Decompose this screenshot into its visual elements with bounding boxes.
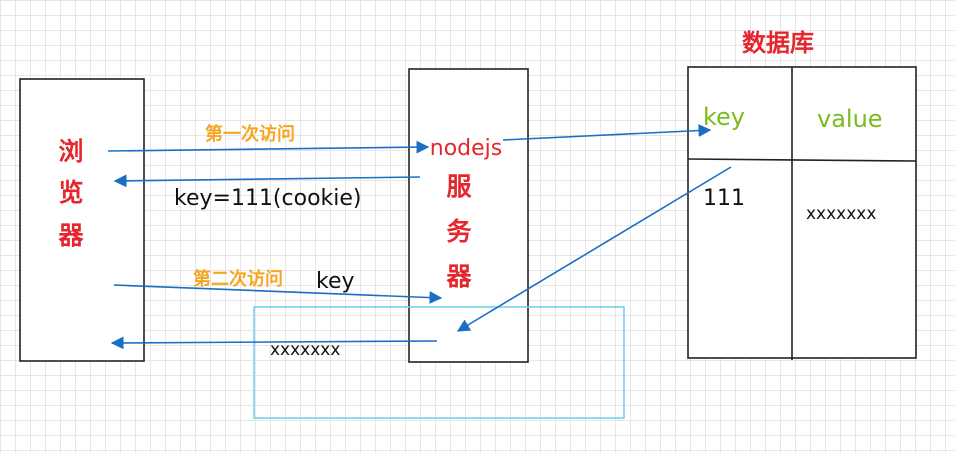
server-label-2: 务 xyxy=(446,217,471,246)
server-box xyxy=(408,68,529,363)
label-response-cookie: key=111(cookie) xyxy=(174,186,362,211)
browser-label-3: 器 xyxy=(57,221,84,250)
label-second-visit: 第二次访问 xyxy=(193,268,283,290)
browser-label-2: 览 xyxy=(58,178,83,207)
server-name: nodejs xyxy=(430,136,502,161)
browser-box xyxy=(19,78,145,362)
server-label-3: 器 xyxy=(445,262,472,291)
arrow-first-visit xyxy=(107,140,430,154)
database-row-key: 111 xyxy=(703,186,745,211)
database-title: 数据库 xyxy=(742,29,814,57)
diagram-canvas: 浏 览 器 nodejs 服 务 器 数据库 key value 111 xxx… xyxy=(19,29,917,419)
label-second-visit-key: key xyxy=(316,269,355,294)
arrow-server-to-db xyxy=(502,124,712,141)
database-header-value: value xyxy=(817,105,883,133)
arrow-response-cookie xyxy=(113,174,421,188)
database-header-key: key xyxy=(703,103,745,131)
database-row-value: xxxxxxx xyxy=(806,204,876,224)
browser-label-1: 浏 xyxy=(58,137,83,166)
server-label-1: 服 xyxy=(446,172,472,201)
label-returned-value: xxxxxxx xyxy=(270,340,340,360)
label-first-visit: 第一次访问 xyxy=(205,123,295,145)
